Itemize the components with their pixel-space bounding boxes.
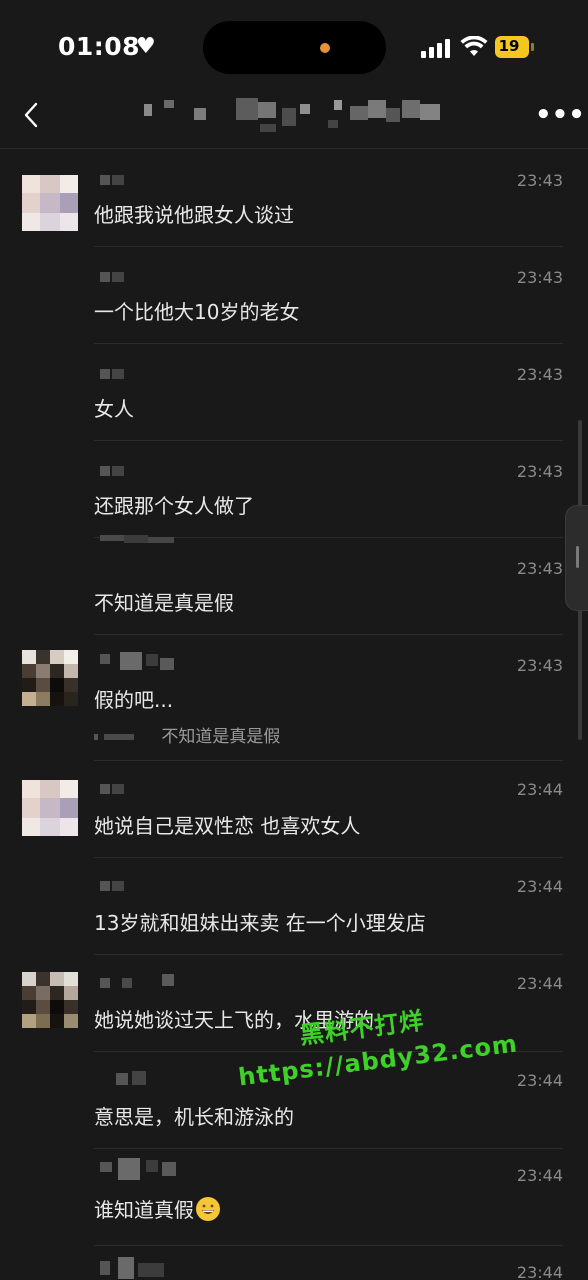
- message-text-content: 谁知道真假: [94, 1198, 194, 1222]
- chat-screen: 01:08 ♥ 19 ••• 23:43 他跟我说他跟女人谈过 23:43 一个…: [0, 0, 588, 1280]
- message-item[interactable]: 23:44 她说自己是双性恋 也喜欢女人: [0, 760, 588, 858]
- battery-icon: 19: [495, 36, 535, 58]
- chat-title-pixelated: [144, 98, 440, 132]
- message-time: 23:44: [516, 1166, 563, 1185]
- message-time: 23:44: [516, 1263, 563, 1280]
- recording-indicator-icon: [320, 43, 330, 53]
- message-item[interactable]: 23:44 谁知道真假: [0, 1148, 588, 1246]
- scroll-handle[interactable]: [565, 505, 588, 611]
- sender-name-pixelated: [100, 652, 174, 670]
- sender-name-pixelated: [100, 272, 124, 282]
- wifi-icon: [460, 36, 488, 56]
- status-bar: 01:08 ♥ 19: [0, 0, 588, 88]
- message-time: 23:44: [516, 1071, 563, 1090]
- message-text: 谁知道真假: [94, 1194, 220, 1223]
- message-text: 女人: [94, 397, 134, 421]
- sender-name-pixelated: [100, 881, 124, 891]
- avatar[interactable]: [22, 650, 78, 706]
- message-item[interactable]: 23:43 假的吧... 不知道是真是假: [0, 634, 588, 761]
- avatar[interactable]: [22, 972, 78, 1028]
- grinning-face-icon: [196, 1197, 220, 1221]
- message-time: 23:43: [516, 462, 563, 481]
- sender-name-pixelated: [100, 535, 174, 543]
- avatar[interactable]: [22, 780, 78, 836]
- message-text: 还跟那个女人做了: [94, 494, 254, 518]
- sender-name-pixelated: [100, 1158, 176, 1180]
- message-item[interactable]: 23:43 他跟我说他跟女人谈过: [0, 149, 588, 247]
- message-text: 一个比他大10岁的老女: [94, 300, 300, 324]
- message-time: 23:43: [516, 559, 563, 578]
- dynamic-island: [203, 21, 386, 74]
- message-text: 不知道是真是假: [94, 591, 234, 615]
- message-text: 13岁就和姐妹出来卖 在一个小理发店: [94, 911, 426, 935]
- message-item[interactable]: 23:43 一个比他大10岁的老女: [0, 246, 588, 344]
- sender-name-pixelated: [116, 1071, 146, 1085]
- message-time: 23:44: [516, 877, 563, 896]
- message-item[interactable]: 23:43 女人: [0, 343, 588, 441]
- quoted-text: 不知道是真是假: [161, 727, 281, 747]
- message-time: 23:43: [516, 365, 563, 384]
- sender-name-pixelated: [100, 974, 174, 988]
- message-item[interactable]: 23:43 还跟那个女人做了: [0, 440, 588, 538]
- sender-name-pixelated: [100, 1257, 164, 1279]
- status-time: 01:08: [58, 32, 141, 61]
- sender-name-pixelated: [100, 369, 124, 379]
- chevron-left-icon[interactable]: [20, 100, 44, 130]
- message-item[interactable]: 23:44: [0, 1245, 588, 1280]
- battery-level: 19: [498, 37, 520, 55]
- avatar[interactable]: [22, 175, 78, 231]
- message-list: 23:43 他跟我说他跟女人谈过 23:43 一个比他大10岁的老女 23:43…: [0, 149, 588, 1280]
- battery-cap: [531, 43, 534, 51]
- nav-bar: •••: [0, 88, 588, 149]
- quoted-sender-pixelated: [94, 734, 134, 740]
- message-time: 23:43: [516, 171, 563, 190]
- quoted-reply[interactable]: 不知道是真是假: [94, 722, 280, 747]
- message-time: 23:43: [516, 656, 563, 675]
- message-text: 假的吧...: [94, 688, 174, 712]
- sender-name-pixelated: [100, 175, 124, 185]
- more-icon[interactable]: •••: [535, 100, 585, 130]
- message-item[interactable]: 23:44 13岁就和姐妹出来卖 在一个小理发店: [0, 857, 588, 955]
- message-text: 她说自己是双性恋 也喜欢女人: [94, 814, 361, 838]
- message-time: 23:44: [516, 974, 563, 993]
- sender-name-pixelated: [100, 784, 124, 794]
- heart-icon: ♥: [136, 34, 156, 59]
- message-text: 他跟我说他跟女人谈过: [94, 203, 294, 227]
- message-time: 23:43: [516, 268, 563, 287]
- cellular-signal-icon: [421, 38, 453, 58]
- sender-name-pixelated: [100, 466, 124, 476]
- message-item[interactable]: 23:43 不知道是真是假: [0, 535, 588, 635]
- message-time: 23:44: [516, 780, 563, 799]
